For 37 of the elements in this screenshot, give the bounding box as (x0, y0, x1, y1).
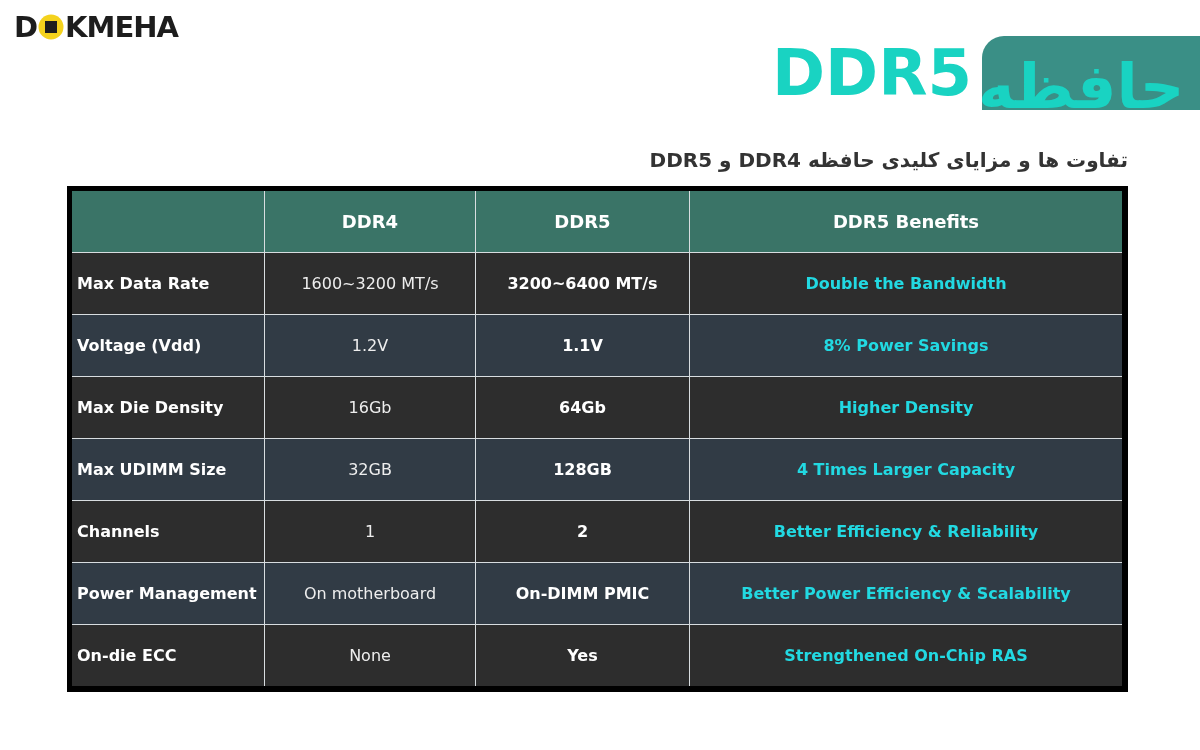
table-cell: On-DIMM PMIC (476, 563, 689, 624)
logo-text: D (14, 10, 38, 44)
table-cell: Yes (476, 625, 689, 686)
table-cell: 1 (265, 501, 475, 562)
table-cell: 8% Power Savings (690, 315, 1122, 376)
table-cell: 4 Times Larger Capacity (690, 439, 1122, 500)
column-header: DDR4 (265, 191, 475, 252)
table-cell: Channels (72, 501, 264, 562)
table-cell: 32GB (265, 439, 475, 500)
table-cell: 64Gb (476, 377, 689, 438)
table-cell: Better Power Efficiency & Scalability (690, 563, 1122, 624)
logo-text: KMEHA (65, 10, 178, 44)
table-cell: 1.2V (265, 315, 475, 376)
table-cell: Max UDIMM Size (72, 439, 264, 500)
table-cell: 128GB (476, 439, 689, 500)
table-cell: 2 (476, 501, 689, 562)
table-cell: 1600~3200 MT/s (265, 253, 475, 314)
table-cell: Max Data Rate (72, 253, 264, 314)
table-cell: 16Gb (265, 377, 475, 438)
logo-mark-icon (38, 14, 65, 40)
table-cell: 3200~6400 MT/s (476, 253, 689, 314)
page-title: DDR5 (771, 36, 972, 110)
table-cell: Double the Bandwidth (690, 253, 1122, 314)
table-cell: Power Management (72, 563, 264, 624)
table-cell: Voltage (Vdd) (72, 315, 264, 376)
subtitle: تفاوت ها و مزایای کلیدی حافظه DDR4 و DDR5 (649, 148, 1128, 172)
table-cell: Higher Density (690, 377, 1122, 438)
table-cell: None (265, 625, 475, 686)
table-cell: 1.1V (476, 315, 689, 376)
table-cell: Max Die Density (72, 377, 264, 438)
table-cell: Better Efficiency & Reliability (690, 501, 1122, 562)
table-cell: On motherboard (265, 563, 475, 624)
column-header: DDR5 (476, 191, 689, 252)
column-header: DDR5 Benefits (690, 191, 1122, 252)
title-banner: حافظه (982, 36, 1200, 110)
table-cell: On-die ECC (72, 625, 264, 686)
table-cell: Strengthened On-Chip RAS (690, 625, 1122, 686)
